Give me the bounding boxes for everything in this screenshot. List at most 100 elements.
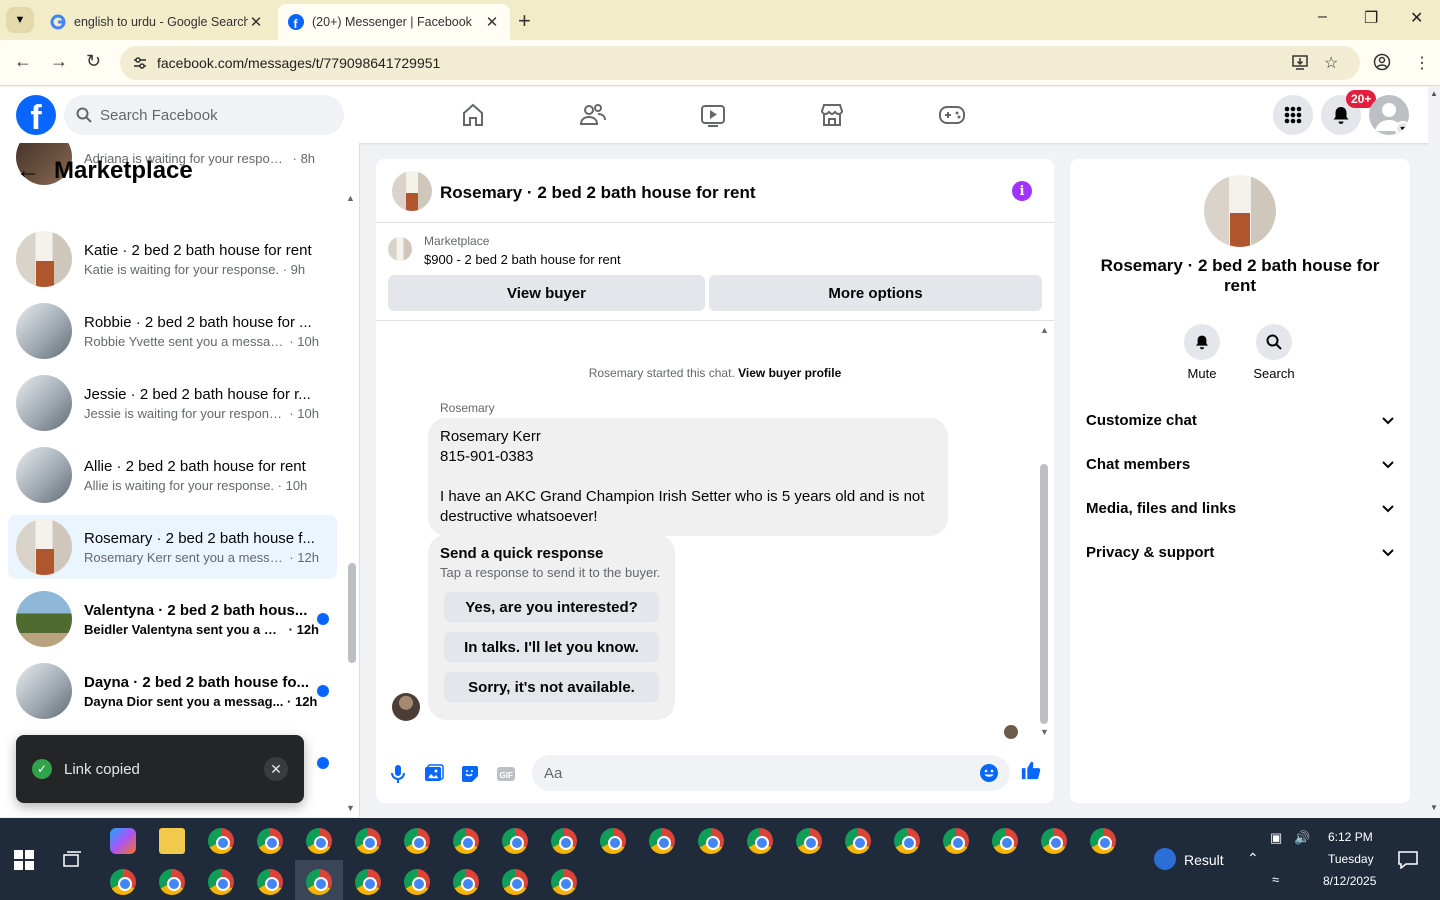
chrome-icon[interactable] [453,869,479,895]
mute-button[interactable]: Mute [1174,324,1230,381]
chrome-icon[interactable] [1090,828,1116,854]
chrome-icon[interactable] [992,828,1018,854]
chrome-icon[interactable] [208,828,234,854]
conversation-item[interactable]: Jessie · 2 bed 2 bath house for r... Jes… [8,371,337,435]
gif-icon[interactable]: GIF [495,763,517,785]
menu-grid-icon[interactable] [1273,95,1313,135]
conversation-item-active[interactable]: Rosemary · 2 bed 2 bath house f... Rosem… [8,515,337,579]
back-icon[interactable]: ← [14,51,32,72]
gaming-icon[interactable] [937,100,967,130]
conversation-item[interactable]: Katie · 2 bed 2 bath house for rent Kati… [8,227,337,291]
maximize-icon[interactable]: ❐ [1364,8,1378,28]
close-window-icon[interactable]: ✕ [1410,8,1423,28]
chrome-icon[interactable] [796,828,822,854]
chrome-icon[interactable] [306,869,332,895]
chat-title[interactable]: Rosemary · 2 bed 2 bath house for rent [440,183,756,203]
profile-icon[interactable] [1373,53,1391,76]
scroll-down-arrow-icon[interactable]: ▼ [346,803,355,813]
chrome-icon[interactable] [894,828,920,854]
chrome-icon[interactable] [404,869,430,895]
chrome-icon[interactable] [257,869,283,895]
copilot-icon[interactable] [110,828,136,854]
tab-google-search[interactable]: english to urdu - Google Search ✕ [40,4,274,40]
chrome-icon[interactable] [502,869,528,895]
listing-title[interactable]: $900 - 2 bed 2 bath house for rent [424,252,621,267]
emoji-icon[interactable] [979,763,999,788]
volume-icon[interactable]: 🔊 [1294,830,1310,846]
more-options-button[interactable]: More options [709,275,1042,311]
chrome-icon[interactable] [453,828,479,854]
chrome-icon[interactable] [698,828,724,854]
chrome-icon[interactable] [355,828,381,854]
bookmark-star-icon[interactable]: ☆ [1324,53,1338,73]
chrome-icon[interactable] [159,869,185,895]
view-buyer-button[interactable]: View buyer [388,275,705,311]
scroll-up-arrow-icon[interactable]: ▲ [346,193,355,203]
friends-icon[interactable] [578,100,608,130]
search-input[interactable] [100,106,320,124]
tray-label[interactable]: Result [1184,852,1224,868]
new-tab-icon[interactable]: + [518,8,531,34]
info-icon[interactable]: i [1012,181,1032,201]
view-buyer-profile-link[interactable]: View buyer profile [738,366,841,380]
photo-icon[interactable] [423,763,445,785]
reload-icon[interactable]: ↻ [86,51,101,72]
weather-widget-icon[interactable] [1154,848,1176,870]
customize-chat-section[interactable]: Customize chat [1086,398,1394,442]
notification-center-icon[interactable] [1398,851,1418,874]
chrome-icon[interactable] [257,828,283,854]
chrome-icon[interactable] [845,828,871,854]
file-explorer-icon[interactable] [159,828,185,854]
watch-icon[interactable] [698,100,728,130]
chrome-icon[interactable] [1041,828,1067,854]
conversation-item[interactable]: Allie · 2 bed 2 bath house for rent Alli… [8,443,337,507]
windows-start-icon[interactable] [14,850,34,875]
clock-time[interactable]: 6:12 PM [1328,830,1373,844]
forward-icon[interactable]: → [50,51,68,72]
install-app-icon[interactable] [1291,53,1309,76]
privacy-support-section[interactable]: Privacy & support [1086,530,1394,574]
conversation-list-scrollbar[interactable] [348,563,356,663]
message-input[interactable] [544,764,964,782]
site-settings-icon[interactable] [131,54,149,72]
message-input-box[interactable] [532,755,1010,791]
chrome-icon[interactable] [551,869,577,895]
close-tab-icon[interactable]: ✕ [248,13,264,31]
quick-response-button[interactable]: In talks. I'll let you know. [444,632,659,662]
clock-date[interactable]: 8/12/2025 [1323,874,1376,888]
home-icon[interactable] [458,100,488,130]
scroll-up-arrow-icon[interactable]: ▲ [1040,325,1049,335]
sticker-icon[interactable] [459,763,481,785]
search-conversation-button[interactable]: Search [1246,324,1302,381]
thumbs-up-icon[interactable] [1020,759,1042,781]
back-arrow-icon[interactable]: ← [16,157,40,185]
clock-day[interactable]: Tuesday [1328,852,1374,866]
close-toast-icon[interactable]: ✕ [264,757,288,781]
facebook-search[interactable] [64,95,344,135]
chat-avatar[interactable] [392,171,432,211]
chrome-icon[interactable] [943,828,969,854]
chrome-icon[interactable] [502,828,528,854]
chrome-icon[interactable] [110,869,136,895]
chrome-icon[interactable] [404,828,430,854]
chrome-icon[interactable] [551,828,577,854]
account-avatar[interactable]: ▼ [1369,95,1409,135]
scroll-down-arrow-icon[interactable]: ▼ [1040,727,1049,737]
url-bar[interactable]: facebook.com/messages/t/779098641729951 [120,46,1360,80]
quick-response-button[interactable]: Sorry, it's not available. [444,672,659,702]
marketplace-icon[interactable] [817,100,847,130]
chrome-icon[interactable] [747,828,773,854]
close-tab-icon[interactable]: ✕ [484,13,500,31]
chrome-icon[interactable] [649,828,675,854]
conversation-item[interactable]: Robbie · 2 bed 2 bath house for ... Robb… [8,299,337,363]
chrome-icon[interactable] [208,869,234,895]
media-files-links-section[interactable]: Media, files and links [1086,486,1394,530]
sender-avatar[interactable] [392,693,420,721]
chevron-up-icon[interactable]: ⌃ [1247,850,1259,867]
tab-messenger[interactable]: f (20+) Messenger | Facebook ✕ [278,4,510,40]
chrome-icon[interactable] [600,828,626,854]
microphone-icon[interactable] [387,763,409,785]
page-scrollbar[interactable]: ▲ ▼ [1428,87,1440,817]
chrome-icon[interactable] [355,869,381,895]
chrome-icon[interactable] [306,828,332,854]
